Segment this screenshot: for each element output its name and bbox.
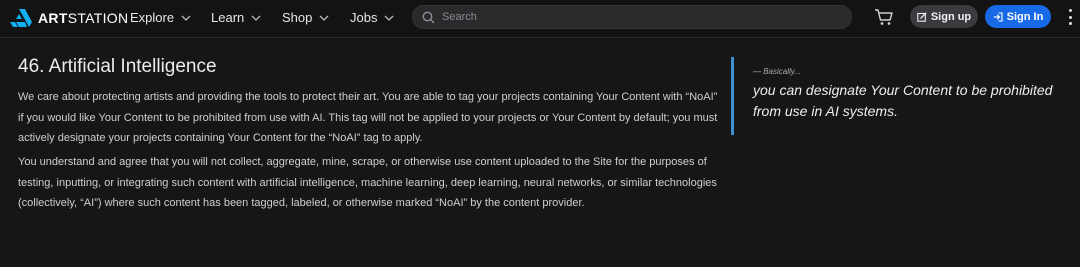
more-dot <box>1068 9 1072 12</box>
nav-explore-label: Explore <box>130 10 175 25</box>
sign-in-icon <box>993 11 1003 22</box>
search-icon <box>422 11 435 23</box>
nav-learn-label: Learn <box>211 10 245 25</box>
chevron-down-icon <box>251 15 261 21</box>
nav-shop-label: Shop <box>282 10 313 25</box>
chevron-down-icon <box>181 15 191 21</box>
nav-shop-menu[interactable]: Shop <box>282 10 329 25</box>
edit-icon <box>917 11 927 22</box>
search-input[interactable] <box>442 11 851 23</box>
sign-in-label: Sign In <box>1006 10 1044 23</box>
chevron-down-icon <box>319 15 329 21</box>
wordmark-station: STATION <box>67 10 129 26</box>
section-paragraph-2: You understand and agree that you will n… <box>18 156 717 209</box>
sign-up-button[interactable]: Sign up <box>910 5 978 28</box>
summary-lead: — Basically... <box>753 67 801 76</box>
sign-in-button[interactable]: Sign In <box>985 5 1051 28</box>
more-dot <box>1068 22 1072 25</box>
section-title: 46. Artificial Intelligence <box>18 56 217 77</box>
nav-learn-menu[interactable]: Learn <box>211 10 261 25</box>
summary-quote: you can designate Your Content to be pro… <box>753 82 1053 119</box>
wordmark-art: ART <box>38 10 68 26</box>
artstation-logo-icon <box>10 9 32 27</box>
search-bar[interactable] <box>412 5 852 29</box>
sign-up-label: Sign up <box>930 10 972 23</box>
summary-callout: — Basically... you can designate Your Co… <box>731 57 1071 135</box>
cart-icon[interactable] <box>874 8 894 26</box>
nav-jobs-label: Jobs <box>350 10 378 25</box>
artstation-logo[interactable]: ARTSTATION <box>10 8 128 28</box>
more-dot <box>1068 15 1072 19</box>
nav-jobs-menu[interactable]: Jobs <box>350 10 394 25</box>
top-navigation-bar: ARTSTATION Explore Learn Shop Jobs Sign … <box>0 0 1080 38</box>
more-options-icon[interactable] <box>1068 9 1072 25</box>
artstation-wordmark: ARTSTATION <box>38 10 128 26</box>
nav-explore-menu[interactable]: Explore <box>130 10 191 25</box>
section-paragraph-1: We care about protecting artists and pro… <box>18 91 718 144</box>
chevron-down-icon <box>385 15 394 21</box>
